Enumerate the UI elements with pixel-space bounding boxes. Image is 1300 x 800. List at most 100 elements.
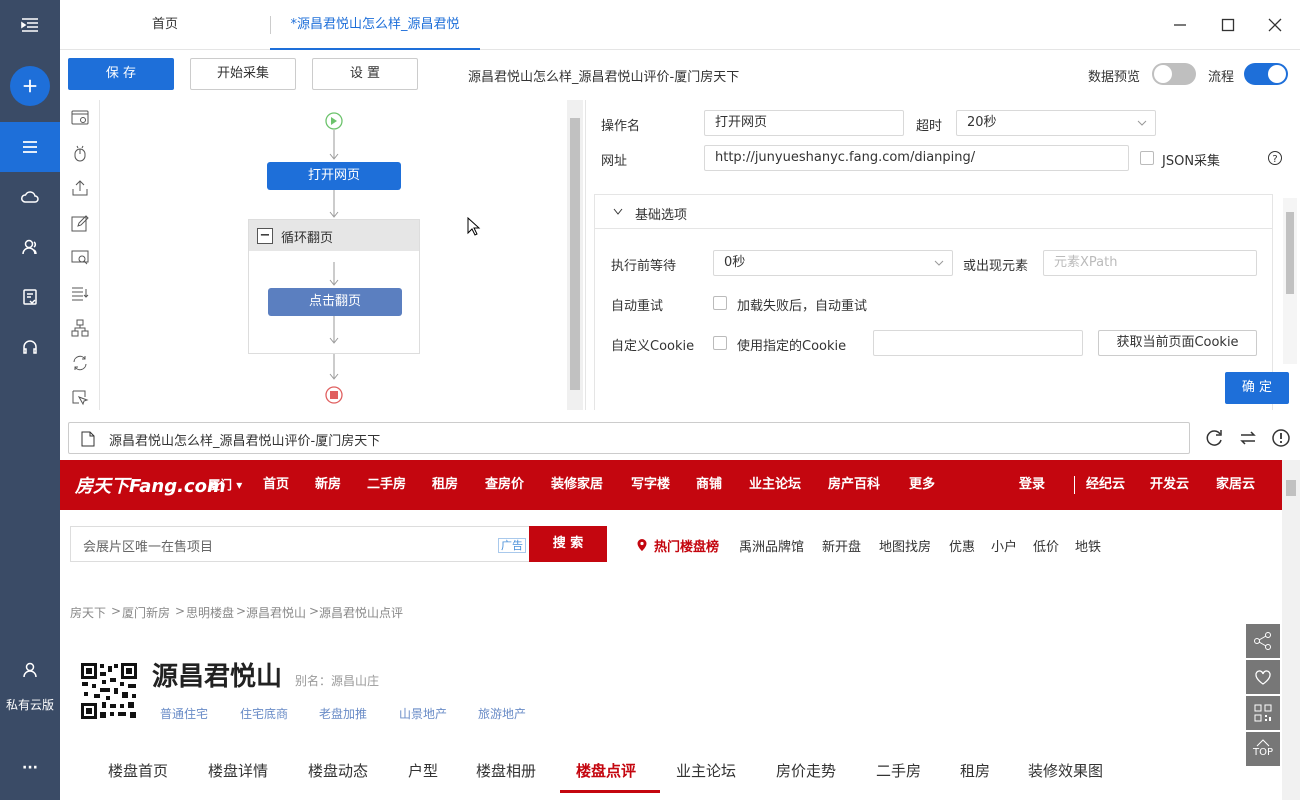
project-tag[interactable]: 老盘加推 bbox=[319, 705, 367, 722]
sub-nav-link[interactable]: 楼盘动态 bbox=[308, 760, 368, 781]
loop-container[interactable]: − 循环翻页 点击翻页 bbox=[248, 219, 420, 354]
settings-button[interactable]: 设 置 bbox=[312, 58, 418, 90]
xpath-input[interactable]: 元素XPath bbox=[1043, 250, 1257, 276]
page-title-field[interactable]: 源昌君悦山怎么样_源昌君悦山评价-厦门房天下 bbox=[68, 422, 1190, 454]
save-button[interactable]: 保 存 bbox=[68, 58, 174, 90]
sub-nav-link[interactable]: 业主论坛 bbox=[676, 760, 736, 781]
web-scrollbar[interactable] bbox=[1282, 460, 1300, 800]
help-icon[interactable]: ? bbox=[1267, 150, 1283, 166]
nav-link[interactable]: 经纪云 bbox=[1086, 460, 1125, 510]
qr-code-icon[interactable] bbox=[80, 662, 138, 720]
sub-nav-link[interactable]: 装修效果图 bbox=[1028, 760, 1103, 781]
loop-header[interactable]: − 循环翻页 bbox=[249, 220, 419, 251]
sub-nav-link[interactable]: 户型 bbox=[408, 760, 438, 781]
menu-toggle-icon[interactable] bbox=[0, 0, 60, 50]
site-search-button[interactable]: 搜 索 bbox=[529, 526, 607, 562]
input-tool-icon[interactable] bbox=[68, 211, 92, 235]
branch-tool-icon[interactable] bbox=[68, 316, 92, 340]
close-icon[interactable] bbox=[1262, 12, 1288, 38]
headset-icon[interactable] bbox=[0, 322, 60, 372]
tab-home[interactable]: 首页 bbox=[120, 0, 210, 50]
hot-link[interactable]: 禹洲品牌馆 bbox=[739, 536, 804, 555]
hot-list-link[interactable]: 热门楼盘榜 bbox=[654, 536, 719, 555]
section-header[interactable]: 基础选项 bbox=[595, 195, 1272, 229]
hot-link[interactable]: 小户 bbox=[991, 536, 1017, 555]
nav-link[interactable]: 租房 bbox=[432, 460, 458, 510]
nav-link[interactable]: 查房价 bbox=[485, 460, 524, 510]
open-page-tool-icon[interactable] bbox=[68, 106, 92, 130]
extract-tool-icon[interactable] bbox=[68, 176, 92, 200]
loop-tool-icon[interactable] bbox=[68, 351, 92, 375]
open-page-node[interactable]: 打开网页 bbox=[267, 162, 401, 190]
nav-link[interactable]: 二手房 bbox=[367, 460, 406, 510]
share-icon[interactable] bbox=[1246, 624, 1280, 658]
cookie-input[interactable] bbox=[873, 330, 1083, 356]
nav-link[interactable]: 更多 bbox=[909, 460, 935, 510]
tab-current-task[interactable]: *源昌君悦山怎么样_源昌君悦 bbox=[270, 0, 480, 50]
collapse-icon[interactable]: − bbox=[257, 228, 273, 244]
nav-link[interactable]: 新房 bbox=[315, 460, 341, 510]
cloud-icon[interactable] bbox=[0, 172, 60, 222]
url-input[interactable]: http://junyueshanyc.fang.com/dianping/ bbox=[704, 145, 1129, 171]
confirm-button[interactable]: 确 定 bbox=[1225, 372, 1289, 404]
breadcrumb-link[interactable]: 思明楼盘 bbox=[186, 604, 234, 621]
flow-toggle[interactable] bbox=[1244, 63, 1288, 85]
document-check-icon[interactable] bbox=[0, 272, 60, 322]
switch-icon[interactable] bbox=[1239, 429, 1257, 447]
nav-link[interactable]: 家居云 bbox=[1216, 460, 1255, 510]
sub-nav-link[interactable]: 房价走势 bbox=[776, 760, 836, 781]
login-link[interactable]: 登录 bbox=[1019, 460, 1045, 510]
heart-icon[interactable] bbox=[1246, 660, 1280, 694]
new-task-button[interactable] bbox=[10, 66, 50, 106]
canvas-scrollbar[interactable] bbox=[567, 100, 583, 410]
breadcrumb-link[interactable]: 厦门新房 bbox=[122, 604, 170, 621]
refresh-icon[interactable] bbox=[1206, 429, 1224, 447]
hot-link[interactable]: 优惠 bbox=[949, 536, 975, 555]
json-checkbox[interactable] bbox=[1140, 151, 1154, 165]
sub-nav-active[interactable]: 楼盘点评 bbox=[576, 760, 636, 781]
maximize-icon[interactable] bbox=[1215, 12, 1241, 38]
click-page-node[interactable]: 点击翻页 bbox=[268, 288, 402, 316]
info-icon[interactable] bbox=[1271, 428, 1291, 448]
users-icon[interactable] bbox=[0, 222, 60, 272]
sub-nav-link[interactable]: 楼盘相册 bbox=[476, 760, 536, 781]
wait-select[interactable]: 0秒 bbox=[713, 250, 953, 276]
click-tool-icon[interactable] bbox=[68, 141, 92, 165]
nav-link[interactable]: 写字楼 bbox=[631, 460, 670, 510]
city-select[interactable]: 厦门 ▾ bbox=[208, 460, 242, 510]
site-logo[interactable]: 房天下Fang.com bbox=[75, 472, 226, 498]
qr-small-icon[interactable] bbox=[1246, 696, 1280, 730]
hot-link[interactable]: 新开盘 bbox=[822, 536, 861, 555]
sub-nav-link[interactable]: 楼盘首页 bbox=[108, 760, 168, 781]
cookie-checkbox[interactable] bbox=[713, 336, 727, 350]
nav-link[interactable]: 商铺 bbox=[696, 460, 722, 510]
hot-link[interactable]: 地图找房 bbox=[879, 536, 931, 555]
user-icon[interactable] bbox=[0, 650, 60, 690]
nav-link[interactable]: 装修家居 bbox=[551, 460, 603, 510]
data-preview-toggle[interactable] bbox=[1152, 63, 1196, 85]
site-search-input[interactable]: 会展片区唯一在售项目 广告 bbox=[70, 526, 530, 562]
sub-nav-link[interactable]: 楼盘详情 bbox=[208, 760, 268, 781]
get-cookie-button[interactable]: 获取当前页面Cookie bbox=[1098, 330, 1257, 356]
project-tag[interactable]: 住宅底商 bbox=[240, 705, 288, 722]
op-name-input[interactable]: 打开网页 bbox=[704, 110, 904, 136]
nav-link[interactable]: 开发云 bbox=[1150, 460, 1189, 510]
panel-scrollbar[interactable] bbox=[1283, 198, 1297, 364]
start-collect-button[interactable]: 开始采集 bbox=[190, 58, 296, 90]
nav-link[interactable]: 房产百科 bbox=[828, 460, 880, 510]
cursor-tool-icon[interactable] bbox=[68, 386, 92, 410]
minimize-icon[interactable] bbox=[1167, 12, 1193, 38]
nav-link[interactable]: 首页 bbox=[263, 460, 289, 510]
task-list-icon[interactable] bbox=[0, 122, 60, 172]
recognize-tool-icon[interactable] bbox=[68, 246, 92, 270]
breadcrumb-link[interactable]: 房天下 bbox=[70, 604, 106, 621]
nav-link[interactable]: 业主论坛 bbox=[749, 460, 801, 510]
hot-link[interactable]: 地铁 bbox=[1075, 536, 1101, 555]
back-to-top-button[interactable]: TOP bbox=[1246, 732, 1280, 766]
list-tool-icon[interactable] bbox=[68, 281, 92, 305]
project-tag[interactable]: 普通住宅 bbox=[160, 705, 208, 722]
more-icon[interactable]: ··· bbox=[0, 760, 60, 776]
hot-link[interactable]: 低价 bbox=[1033, 536, 1059, 555]
sub-nav-link[interactable]: 租房 bbox=[960, 760, 990, 781]
retry-checkbox[interactable] bbox=[713, 296, 727, 310]
